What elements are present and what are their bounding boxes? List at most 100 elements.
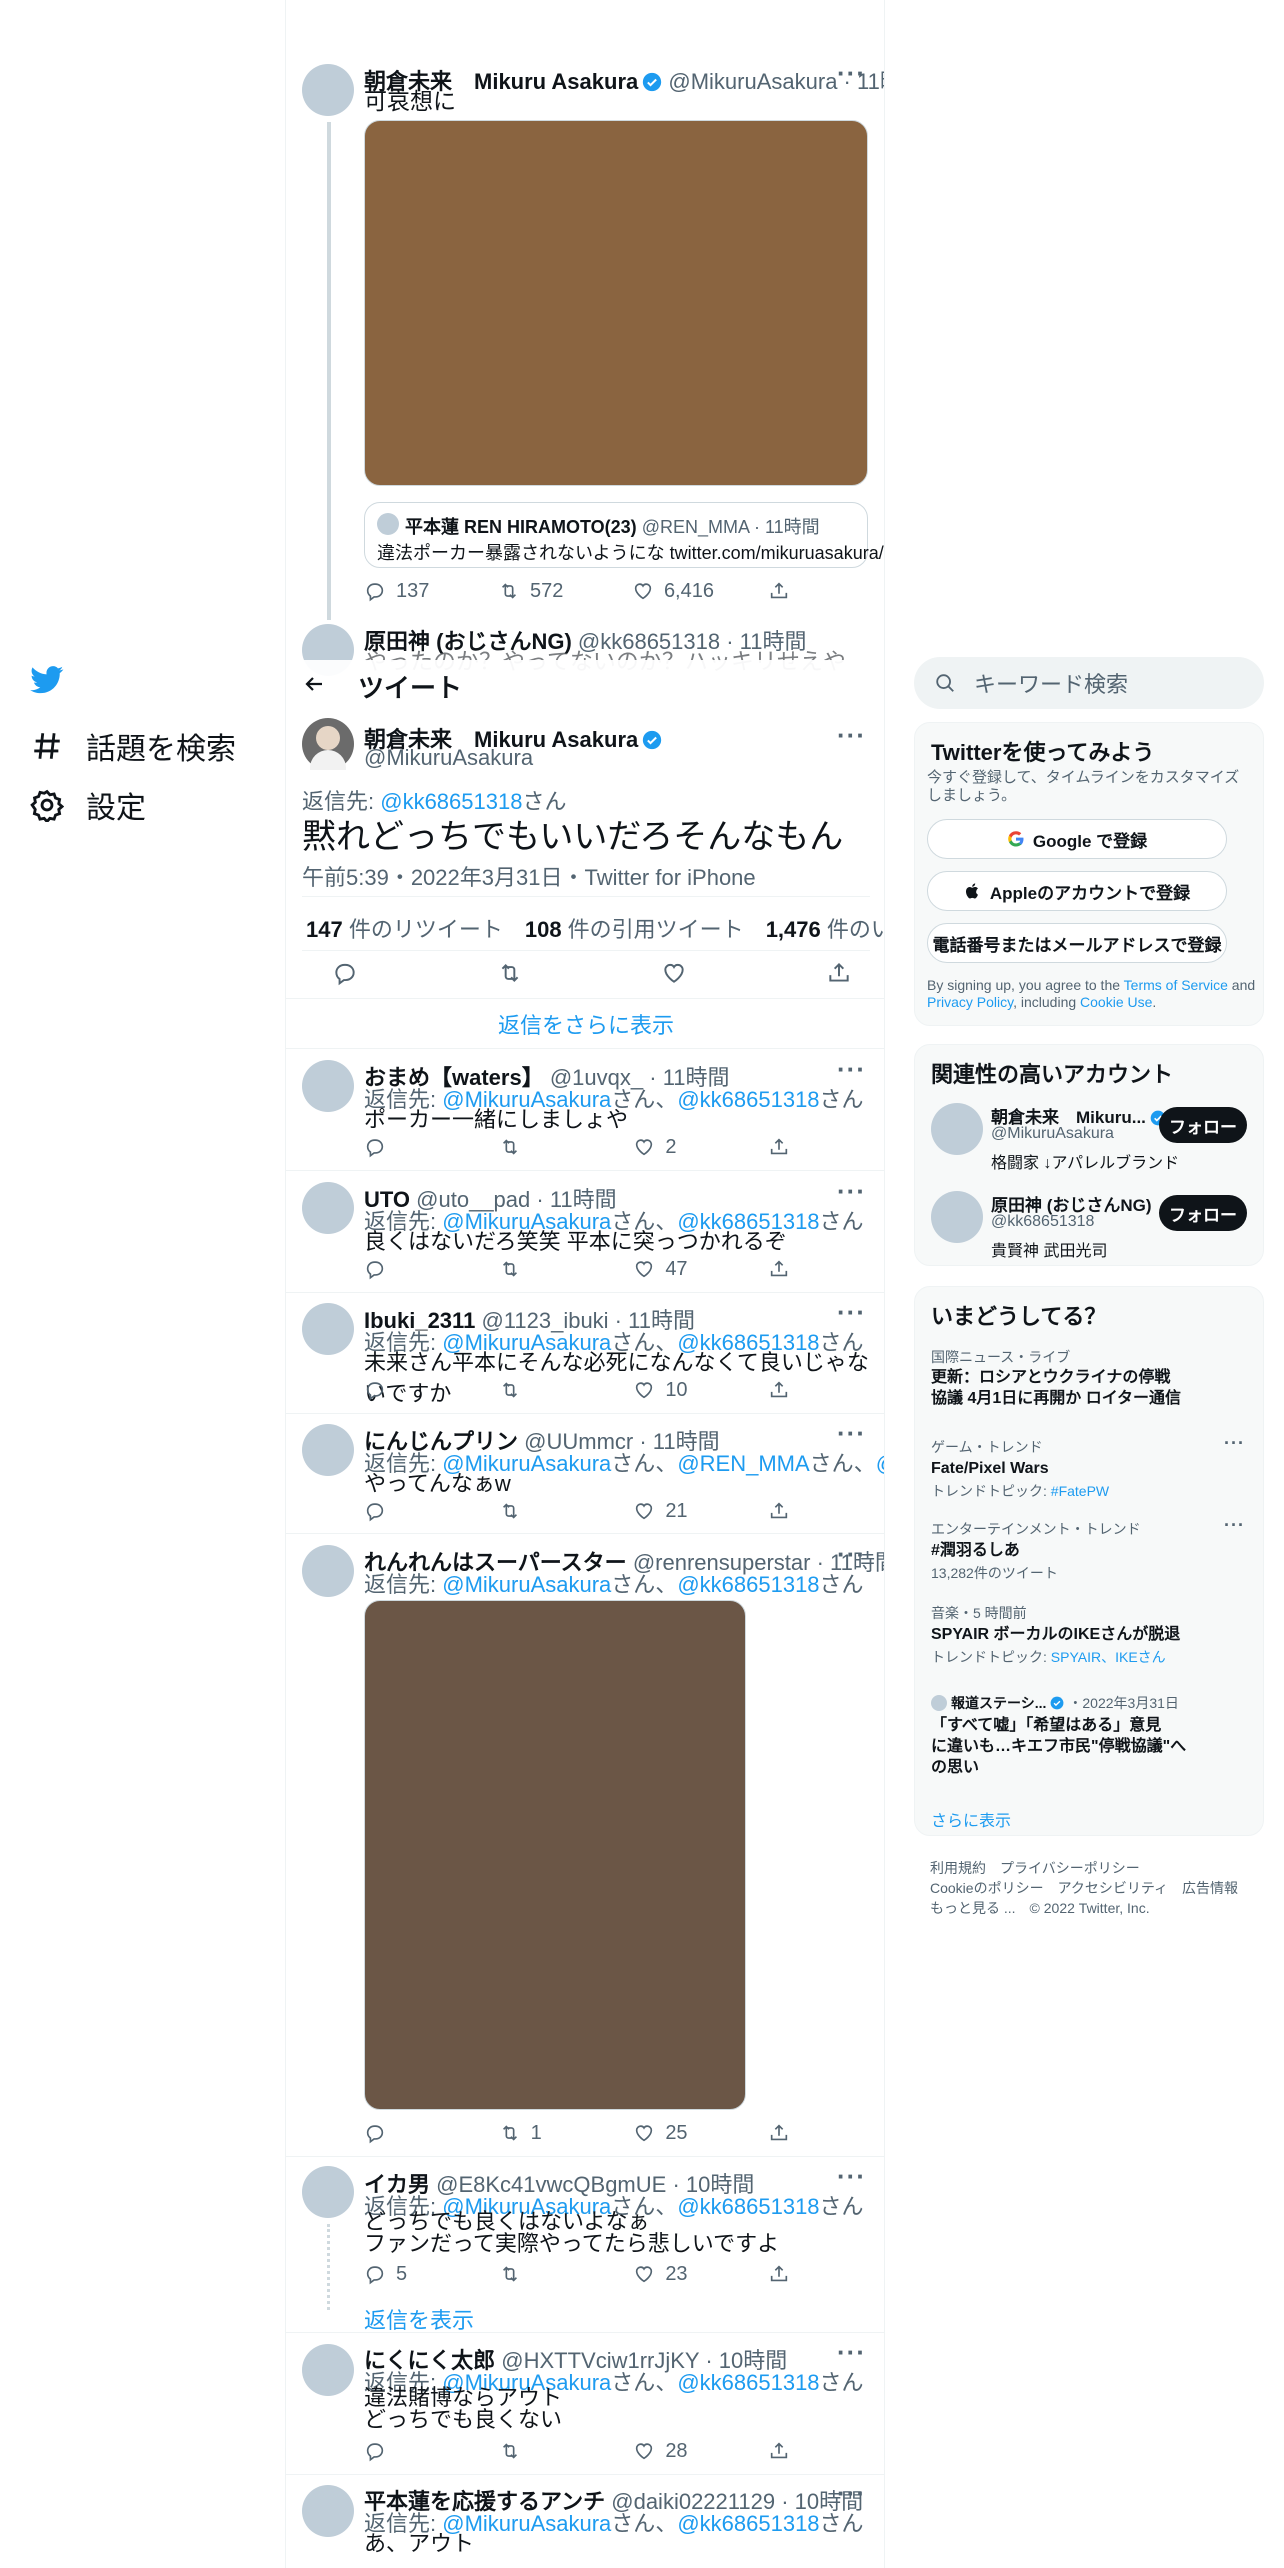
more-options-icon[interactable]: ··· bbox=[837, 1418, 866, 1449]
tweet-meta: 午前5:39・2022年3月31日・Twitter for iPhone bbox=[302, 865, 756, 890]
reply-button[interactable]: 5 bbox=[364, 2263, 444, 2286]
tweet-image[interactable] bbox=[364, 120, 868, 486]
quoted-tweet[interactable]: 平本蓮 REN HIRAMOTO(23) @REN_MMA · 11時間 違法ポ… bbox=[364, 502, 884, 568]
share-button[interactable] bbox=[768, 2440, 794, 2462]
avatar[interactable] bbox=[931, 1191, 983, 1243]
reply-icon[interactable] bbox=[332, 960, 358, 986]
avatar[interactable] bbox=[302, 2344, 354, 2396]
footer-links-3[interactable]: もっと見る ... © 2022 Twitter, Inc. bbox=[930, 1898, 1150, 1918]
footer-links-1[interactable]: 利用規約 プライバシーポリシー bbox=[930, 1858, 1140, 1878]
like-button[interactable]: 25 bbox=[633, 2122, 713, 2145]
avatar[interactable] bbox=[302, 1424, 354, 1476]
reply-context: 返信先: @MikuruAsakuraさん、@kk68651318さん bbox=[364, 1572, 864, 1597]
engagement-stats: 147 件のリツイート 108 件の引用ツイート 1,476 件のいいね bbox=[306, 912, 884, 944]
nav-settings[interactable]: 設定 bbox=[30, 783, 146, 827]
like-button[interactable]: 28 bbox=[633, 2440, 713, 2463]
share-button[interactable] bbox=[768, 1500, 794, 1522]
quote-count-link[interactable]: 108 件の引用ツイート bbox=[525, 912, 744, 944]
reply-button[interactable] bbox=[364, 1258, 444, 1280]
retweet-icon[interactable] bbox=[497, 960, 523, 986]
more-options-icon[interactable]: ··· bbox=[837, 1539, 866, 1570]
more-options-icon[interactable]: ··· bbox=[1224, 1515, 1245, 1536]
privacy-link[interactable]: Privacy Policy bbox=[927, 994, 1013, 1010]
trends-card: いまどうしてる？ 国際ニュース・ライブ 更新：ロシアとウクライナの停戦 協議 4月… bbox=[914, 1286, 1264, 1836]
like-count-link[interactable]: 1,476 件のいいね bbox=[766, 912, 884, 944]
avatar[interactable] bbox=[302, 1060, 354, 1112]
retweet-button[interactable] bbox=[499, 2263, 579, 2285]
nav-explore[interactable]: 話題を検索 bbox=[30, 724, 236, 768]
heart-icon[interactable] bbox=[661, 960, 687, 986]
like-button[interactable]: 21 bbox=[633, 1500, 713, 1523]
more-options-icon[interactable]: ··· bbox=[837, 2337, 866, 2368]
avatar[interactable] bbox=[302, 1545, 354, 1597]
related-accounts-card: 関連性の高いアカウント 朝倉未来 Mikuru... @MikuruAsakur… bbox=[914, 1044, 1264, 1266]
like-button[interactable]: 2 bbox=[633, 1136, 713, 1159]
tweet-actions: 21 bbox=[364, 1498, 794, 1524]
avatar[interactable] bbox=[302, 1303, 354, 1355]
share-button[interactable] bbox=[768, 2122, 794, 2144]
tweet-image[interactable] bbox=[364, 1600, 746, 2110]
share-button[interactable] bbox=[768, 2263, 794, 2285]
google-signup-button[interactable]: Google で登録 bbox=[927, 819, 1227, 859]
retweet-button[interactable] bbox=[499, 1500, 579, 1522]
divider bbox=[286, 1292, 884, 1293]
like-button[interactable]: 47 bbox=[633, 1258, 713, 1281]
more-options-icon[interactable]: ··· bbox=[837, 2478, 866, 2509]
share-button[interactable] bbox=[768, 1136, 794, 1158]
like-button[interactable]: 10 bbox=[633, 1379, 713, 1402]
more-options-icon[interactable]: ··· bbox=[837, 1054, 866, 1085]
footer-links-2[interactable]: Cookieのポリシー アクセシビリティ 広告情報 bbox=[930, 1878, 1238, 1898]
avatar[interactable] bbox=[302, 2485, 354, 2537]
like-button[interactable]: 6,416 bbox=[632, 580, 714, 603]
twitter-bird-icon[interactable] bbox=[30, 666, 74, 702]
share-icon[interactable] bbox=[826, 960, 852, 986]
author-handle[interactable]: @MikuruAsakura bbox=[364, 745, 533, 771]
reply-button[interactable] bbox=[364, 2122, 444, 2144]
show-more-trends-link[interactable]: さらに表示 bbox=[931, 1807, 1011, 1831]
more-options-icon[interactable]: ··· bbox=[837, 1176, 866, 1207]
cookie-link[interactable]: Cookie Use bbox=[1080, 994, 1152, 1010]
retweet-button[interactable] bbox=[499, 1258, 579, 1280]
apple-signup-button[interactable]: Appleのアカウントで登録 bbox=[927, 871, 1227, 911]
search-input[interactable]: キーワード検索 bbox=[914, 657, 1264, 709]
more-options-icon[interactable]: ··· bbox=[837, 1297, 866, 1328]
arrow-left-icon[interactable] bbox=[302, 672, 326, 696]
reply-button[interactable]: 137 bbox=[364, 580, 444, 603]
reply-to-link[interactable]: @kk68651318 bbox=[380, 789, 522, 814]
retweet-button[interactable]: 1 bbox=[499, 2122, 579, 2145]
heart-icon bbox=[636, 2266, 653, 2283]
retweet-button[interactable]: 572 bbox=[498, 580, 578, 603]
more-options-icon[interactable]: ··· bbox=[837, 58, 866, 89]
like-button[interactable]: 23 bbox=[633, 2263, 713, 2286]
terms-link[interactable]: Terms of Service bbox=[1124, 977, 1228, 993]
left-nav: 話題を検索 設定 bbox=[0, 0, 285, 2568]
show-more-replies-link[interactable]: 返信をさらに表示 bbox=[286, 1000, 884, 1048]
retweet-button[interactable] bbox=[499, 1379, 579, 1401]
more-options-icon[interactable]: ··· bbox=[837, 2161, 866, 2192]
reply-button[interactable] bbox=[364, 1379, 444, 1401]
more-options-icon[interactable]: ··· bbox=[1224, 1433, 1245, 1454]
phone-signup-button[interactable]: 電話番号またはメールアドレスで登録 bbox=[927, 923, 1227, 963]
retweet-button[interactable] bbox=[499, 1136, 579, 1158]
tweet-actions: 137 572 6,416 bbox=[364, 578, 794, 604]
quote-author-handle: @REN_MMA bbox=[641, 517, 749, 537]
reply-button[interactable] bbox=[364, 1500, 444, 1522]
author-handle[interactable]: @MikuruAsakura bbox=[668, 69, 837, 94]
share-button[interactable] bbox=[768, 1379, 794, 1401]
reply-button[interactable] bbox=[364, 2440, 444, 2462]
tweet-header-bar: ツイート bbox=[286, 660, 884, 708]
show-replies-link[interactable]: 返信を表示 bbox=[364, 2303, 474, 2335]
share-button[interactable] bbox=[768, 1258, 794, 1280]
reply-button[interactable] bbox=[364, 1136, 444, 1158]
avatar[interactable] bbox=[302, 2166, 354, 2218]
follow-button[interactable]: フォロー bbox=[1159, 1195, 1247, 1231]
share-button[interactable] bbox=[768, 580, 794, 602]
retweet-count-link[interactable]: 147 件のリツイート bbox=[306, 912, 503, 944]
follow-button[interactable]: フォロー bbox=[1159, 1107, 1247, 1143]
avatar[interactable] bbox=[302, 718, 354, 770]
avatar[interactable] bbox=[302, 64, 354, 116]
more-options-icon[interactable]: ··· bbox=[837, 720, 866, 751]
avatar[interactable] bbox=[302, 1182, 354, 1234]
retweet-button[interactable] bbox=[499, 2440, 579, 2462]
avatar[interactable] bbox=[931, 1103, 983, 1155]
